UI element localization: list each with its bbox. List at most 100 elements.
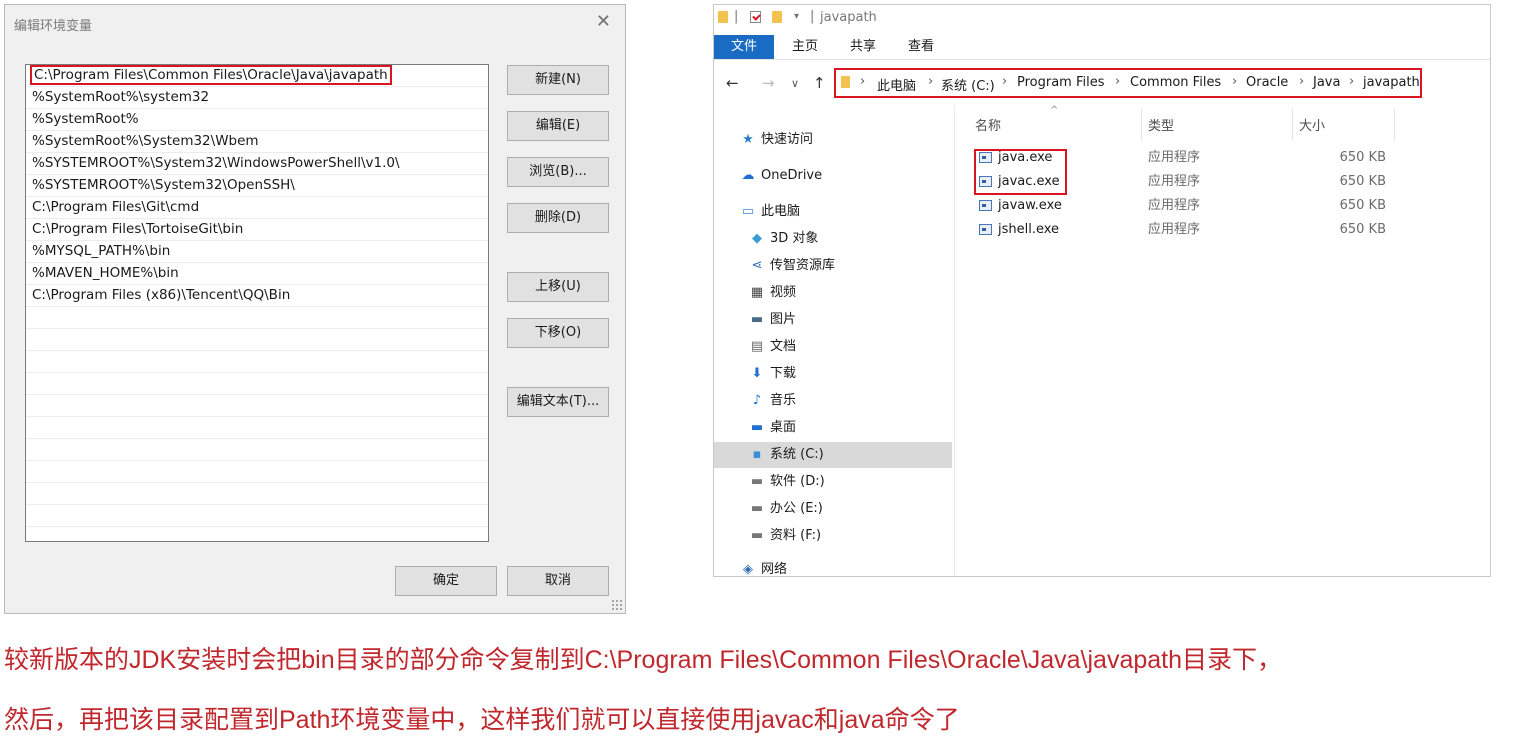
empty-row[interactable] <box>26 373 488 395</box>
nav-label: 此电脑 <box>761 204 801 219</box>
nav-label: 文档 <box>770 339 797 354</box>
address-bar[interactable]: › 此电脑 › 系统 (C:) › Program Files › Common… <box>834 68 1422 98</box>
resize-grip-icon[interactable] <box>611 599 623 611</box>
column-divider[interactable] <box>1394 109 1395 141</box>
nav-item-network[interactable]: ◈ 网络 <box>740 557 788 577</box>
list-item[interactable]: %MAVEN_HOME%\bin <box>26 263 488 285</box>
breadcrumb-item[interactable]: Java <box>1313 75 1340 90</box>
close-icon[interactable]: ✕ <box>596 11 611 32</box>
browse-button[interactable]: 浏览(B)... <box>507 157 609 187</box>
empty-row[interactable] <box>26 461 488 483</box>
nav-label: 快速访问 <box>761 132 814 147</box>
empty-row[interactable] <box>26 417 488 439</box>
empty-row[interactable] <box>26 439 488 461</box>
entry-text: C:\Program Files (x86)\Tencent\QQ\Bin <box>32 287 291 303</box>
empty-row[interactable] <box>26 505 488 527</box>
edit-button[interactable]: 编辑(E) <box>507 111 609 141</box>
separator-icon: | <box>734 9 739 24</box>
nav-item-videos[interactable]: ▦ 视频 <box>749 280 796 306</box>
share-icon: ⋖ <box>751 258 763 273</box>
breadcrumb-item[interactable]: Common Files <box>1130 75 1221 90</box>
move-down-button[interactable]: 下移(O) <box>507 318 609 348</box>
forward-arrow-icon[interactable]: → <box>762 74 775 92</box>
list-item[interactable]: C:\Program Files\Common Files\Oracle\Jav… <box>26 65 488 87</box>
empty-row[interactable] <box>26 483 488 505</box>
list-item[interactable]: C:\Program Files (x86)\Tencent\QQ\Bin <box>26 285 488 307</box>
list-item[interactable]: C:\Program Files\TortoiseGit\bin <box>26 219 488 241</box>
computer-icon: ▭ <box>741 204 755 219</box>
nav-item-documents[interactable]: ▤ 文档 <box>749 334 796 360</box>
nav-item-desktop[interactable]: ▬ 桌面 <box>749 415 796 441</box>
new-button[interactable]: 新建(N) <box>507 65 609 95</box>
dialog-title: 编辑环境变量 <box>14 19 93 34</box>
breadcrumb-item[interactable]: Program Files <box>1017 75 1105 90</box>
nav-item-this-pc[interactable]: ▭ 此电脑 <box>740 199 800 225</box>
nav-item-drive-c[interactable]: ▪ 系统 (C:) <box>714 442 952 468</box>
music-icon: ♪ <box>752 393 762 408</box>
customize-dropdown-icon[interactable]: ▾ <box>794 11 799 22</box>
nav-item-downloads[interactable]: ⬇ 下载 <box>749 361 796 387</box>
breadcrumb-item[interactable]: javapath <box>1363 75 1420 90</box>
new-folder-icon[interactable] <box>772 11 782 23</box>
list-item[interactable]: %SystemRoot% <box>26 109 488 131</box>
up-arrow-icon[interactable]: ↑ <box>813 74 826 92</box>
recent-dropdown-icon[interactable]: ∨ <box>791 77 799 90</box>
nav-item-library[interactable]: ⋖ 传智资源库 <box>749 253 835 279</box>
tab-home[interactable]: 主页 <box>776 35 834 59</box>
ribbon-tabs: 文件 主页 共享 查看 <box>714 35 1490 59</box>
nav-item-pictures[interactable]: ▬ 图片 <box>749 307 796 333</box>
column-header-type[interactable]: 类型 <box>1148 115 1174 134</box>
list-item[interactable]: C:\Program Files\Git\cmd <box>26 197 488 219</box>
list-item[interactable]: %SYSTEMROOT%\System32\OpenSSH\ <box>26 175 488 197</box>
empty-row[interactable] <box>26 329 488 351</box>
edit-text-button[interactable]: 编辑文本(T)... <box>507 387 609 417</box>
path-entries-list[interactable]: C:\Program Files\Common Files\Oracle\Jav… <box>25 64 489 542</box>
file-explorer-window: | ▾ | javapath 文件 主页 共享 查看 ← → ∨ ↑ › 此电脑… <box>713 4 1491 577</box>
download-icon: ⬇ <box>751 366 763 381</box>
empty-row[interactable] <box>26 351 488 373</box>
empty-row[interactable] <box>26 395 488 417</box>
column-header-size[interactable]: 大小 <box>1299 115 1325 134</box>
column-divider[interactable] <box>1292 109 1293 141</box>
nav-item-onedrive[interactable]: ☁ OneDrive <box>740 163 823 189</box>
column-header-name[interactable]: 名称 <box>975 115 1001 134</box>
list-item[interactable]: %MYSQL_PATH%\bin <box>26 241 488 263</box>
nav-item-quick-access[interactable]: ★ 快速访问 <box>740 127 813 153</box>
video-icon: ▦ <box>750 285 764 300</box>
back-arrow-icon[interactable]: ← <box>726 74 739 92</box>
exe-file-icon <box>979 200 992 211</box>
tab-share[interactable]: 共享 <box>834 35 892 59</box>
breadcrumb-item[interactable]: 系统 (C:) <box>941 75 995 94</box>
file-row[interactable]: jshell.exe 应用程序 650 KB <box>955 218 1490 242</box>
nav-item-drive-d[interactable]: ▬ 软件 (D:) <box>749 469 825 495</box>
nav-item-drive-f[interactable]: ▬ 资料 (F:) <box>749 523 821 549</box>
tab-view[interactable]: 查看 <box>892 35 950 59</box>
nav-item-drive-e[interactable]: ▬ 办公 (E:) <box>749 496 823 522</box>
move-up-button[interactable]: 上移(U) <box>507 272 609 302</box>
list-item[interactable]: %SYSTEMROOT%\System32\WindowsPowerShell\… <box>26 153 488 175</box>
delete-button[interactable]: 删除(D) <box>507 203 609 233</box>
properties-icon[interactable] <box>750 11 761 23</box>
tab-file[interactable]: 文件 <box>714 35 774 59</box>
list-item[interactable]: %SystemRoot%\System32\Wbem <box>26 131 488 153</box>
file-type: 应用程序 <box>1148 222 1201 237</box>
nav-item-3d-objects[interactable]: ◆ 3D 对象 <box>749 226 818 252</box>
file-row[interactable]: javaw.exe 应用程序 650 KB <box>955 194 1490 218</box>
cancel-button[interactable]: 取消 <box>507 566 609 596</box>
breadcrumb-item[interactable]: 此电脑 <box>877 75 916 94</box>
file-size: 650 KB <box>1339 174 1386 189</box>
ok-button[interactable]: 确定 <box>395 566 497 596</box>
nav-label: 网络 <box>761 562 788 577</box>
nav-item-music[interactable]: ♪ 音乐 <box>749 388 796 414</box>
entry-text: C:\Program Files\Common Files\Oracle\Jav… <box>30 65 392 85</box>
cloud-icon: ☁ <box>741 168 755 183</box>
empty-row[interactable] <box>26 527 488 541</box>
breadcrumb-item[interactable]: Oracle <box>1246 75 1288 90</box>
file-name: javaw.exe <box>998 198 1062 213</box>
entry-text: %MAVEN_HOME%\bin <box>32 265 179 281</box>
drive-icon: ▬ <box>750 474 764 489</box>
chevron-right-icon: › <box>1115 74 1121 89</box>
column-divider[interactable] <box>1141 109 1142 141</box>
list-item[interactable]: %SystemRoot%\system32 <box>26 87 488 109</box>
empty-row[interactable] <box>26 307 488 329</box>
